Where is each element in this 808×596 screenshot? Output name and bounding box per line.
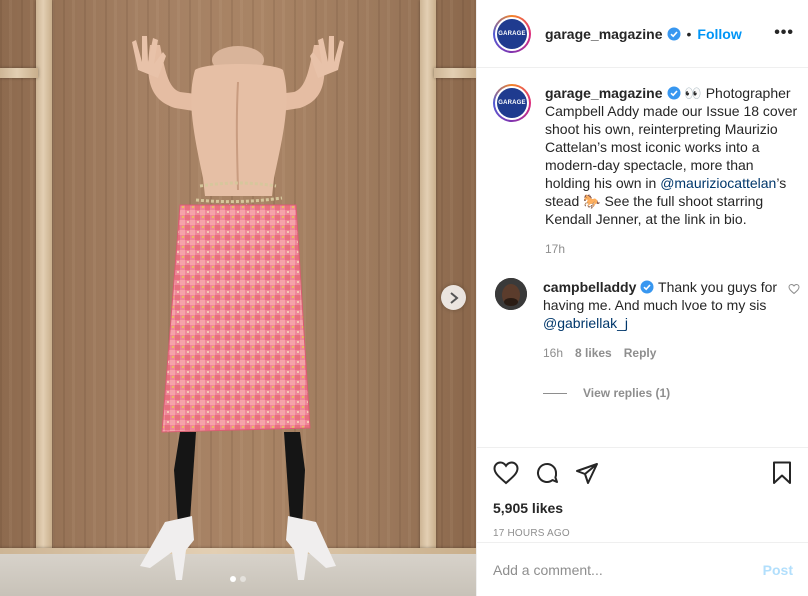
follow-button[interactable]: Follow <box>697 26 741 42</box>
view-replies[interactable]: View replies (1) <box>543 386 792 400</box>
next-slide-button[interactable] <box>441 285 466 310</box>
comment-mention-link[interactable]: @gabriellak_j <box>543 315 628 331</box>
comment-meta: 16h 8 likes Reply <box>543 346 783 360</box>
chevron-right-icon <box>449 291 459 304</box>
verified-badge-icon <box>667 86 681 100</box>
add-comment-input[interactable] <box>493 561 763 578</box>
replies-divider <box>543 392 567 394</box>
caption-avatar[interactable]: GARAGE <box>493 84 531 122</box>
comment-username[interactable]: campbelladdy <box>543 279 636 295</box>
model-figure <box>132 36 344 580</box>
post-actions: 5,905 likes 17 HOURS AGO <box>477 447 808 539</box>
comment-item: campbelladdy Thank you guys for having m… <box>493 278 800 360</box>
reply-button[interactable]: Reply <box>624 346 657 360</box>
post-header: GARAGE garage_magazine • Follow ••• <box>477 0 808 68</box>
carousel-indicator <box>230 576 246 582</box>
comment-likes[interactable]: 8 likes <box>575 346 612 360</box>
post-date[interactable]: 17 HOURS AGO <box>493 528 793 539</box>
post-dialog: GARAGE garage_magazine • Follow ••• GARA… <box>0 0 808 596</box>
view-replies-label[interactable]: View replies (1) <box>583 386 670 400</box>
caption-mention-link[interactable]: @mauriziocattelan <box>660 175 776 191</box>
action-icons <box>493 460 793 486</box>
avatar-logo-text: GARAGE <box>497 18 527 49</box>
account-avatar[interactable]: GARAGE <box>493 14 531 53</box>
likes-count[interactable]: 5,905 likes <box>493 500 793 516</box>
comment-bubble-icon[interactable] <box>535 461 559 485</box>
caption-username[interactable]: garage_magazine <box>545 85 663 101</box>
commenter-avatar[interactable] <box>495 278 527 310</box>
verified-badge-icon <box>640 280 654 294</box>
post-photo[interactable] <box>0 0 476 596</box>
comments-section: GARAGE garage_magazine 👀 Photographer Ca… <box>477 68 808 446</box>
more-options-icon[interactable]: ••• <box>774 24 794 42</box>
comment-text: campbelladdy Thank you guys for having m… <box>543 278 783 332</box>
header-username[interactable]: garage_magazine <box>545 26 663 42</box>
post-comment-button[interactable]: Post <box>763 562 793 578</box>
like-comment-heart-icon[interactable] <box>788 282 800 298</box>
carousel-dot <box>240 576 246 582</box>
save-bookmark-icon[interactable] <box>771 461 793 485</box>
post-sidebar: GARAGE garage_magazine • Follow ••• GARA… <box>476 0 808 596</box>
add-comment-bar: Post <box>477 542 808 596</box>
caption-avatar-logo-text: GARAGE <box>497 88 527 118</box>
share-paper-plane-icon[interactable] <box>575 461 599 485</box>
header-separator: • <box>686 25 692 42</box>
verified-badge-icon <box>667 27 681 41</box>
comment-timestamp[interactable]: 16h <box>543 346 563 360</box>
caption-text: garage_magazine 👀 Photographer Campbell … <box>545 84 799 228</box>
carousel-dot-active <box>230 576 236 582</box>
like-heart-icon[interactable] <box>493 461 519 485</box>
caption-timestamp[interactable]: 17h <box>545 242 799 256</box>
caption: GARAGE garage_magazine 👀 Photographer Ca… <box>493 84 797 256</box>
